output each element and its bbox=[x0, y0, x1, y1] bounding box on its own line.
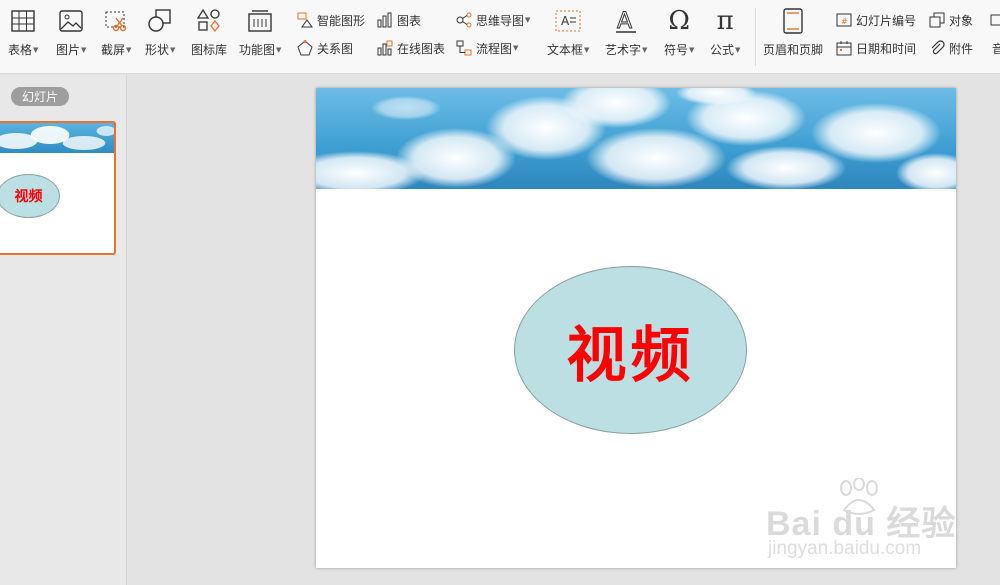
thumbnail-ellipse: 视频 bbox=[0, 174, 60, 218]
paperclip-icon bbox=[928, 39, 946, 57]
online-chart-button[interactable]: 在线图表 bbox=[376, 38, 445, 58]
audio-label-cutoff: 音 bbox=[992, 38, 1000, 58]
shape-label: 形状 bbox=[145, 43, 170, 57]
ribbon-separator bbox=[755, 8, 756, 66]
mind-map-icon bbox=[455, 11, 473, 29]
attachment-button[interactable]: 附件 bbox=[928, 38, 973, 58]
flow-chart-label: 流程图 bbox=[476, 41, 513, 56]
chart-icon bbox=[376, 11, 394, 29]
text-box-icon: A bbox=[553, 6, 583, 36]
formula-button[interactable]: π 公式▼ bbox=[710, 6, 740, 68]
slides-tab-label: 幻灯片 bbox=[21, 90, 58, 104]
flow-chart-icon bbox=[455, 39, 473, 57]
picture-label: 图片 bbox=[56, 43, 81, 57]
online-chart-label: 在线图表 bbox=[397, 41, 446, 56]
header-footer-button[interactable]: 页眉和页脚 bbox=[763, 6, 823, 68]
screenshot-icon bbox=[101, 6, 131, 36]
icon-library-label: 图标库 bbox=[191, 43, 228, 57]
title-ellipse-shape[interactable]: 视频 bbox=[514, 266, 747, 434]
audio-button-cutoff[interactable] bbox=[990, 10, 1000, 30]
attachment-label: 附件 bbox=[949, 41, 974, 56]
function-chart-icon bbox=[245, 6, 275, 36]
word-art-button[interactable]: A 艺术字▼ bbox=[605, 6, 647, 68]
object-label: 对象 bbox=[949, 13, 974, 28]
online-chart-icon bbox=[376, 39, 394, 57]
slide-number-button[interactable]: # 幻灯片编号 bbox=[835, 10, 916, 30]
audio-label: 音 bbox=[992, 41, 1000, 56]
symbol-button[interactable]: Ω 符号▼ bbox=[664, 6, 694, 68]
relation-chart-button[interactable]: 关系图 bbox=[296, 38, 353, 58]
pi-formula-icon: π bbox=[710, 6, 740, 36]
chart-button[interactable]: 图表 bbox=[376, 10, 421, 30]
screenshot-button[interactable]: 截屏▼ bbox=[101, 6, 131, 68]
symbol-label: 符号 bbox=[664, 43, 689, 57]
object-icon bbox=[928, 11, 946, 29]
mind-map-label: 思维导图 bbox=[476, 13, 525, 28]
slide-title-text[interactable]: 视频 bbox=[567, 307, 695, 394]
mind-map-button[interactable]: 思维导图 ▼ bbox=[455, 10, 530, 30]
header-footer-label: 页眉和页脚 bbox=[763, 43, 824, 57]
sky-header-image bbox=[316, 88, 956, 189]
formula-glyph: π bbox=[716, 6, 734, 36]
symbol-glyph: Ω bbox=[668, 6, 690, 36]
function-chart-button[interactable]: 功能图▼ bbox=[239, 6, 281, 68]
date-time-label: 日期和时间 bbox=[856, 41, 917, 56]
icon-library-icon bbox=[194, 6, 224, 36]
chart-label: 图表 bbox=[397, 13, 422, 28]
svg-text:#: # bbox=[841, 17, 848, 26]
text-box-button[interactable]: A 文本框▼ bbox=[547, 6, 589, 68]
slide-thumbnail-1[interactable]: 视频 bbox=[0, 121, 116, 255]
function-chart-label: 功能图 bbox=[239, 43, 276, 57]
slides-tab[interactable]: 幻灯片 bbox=[11, 87, 69, 106]
picture-button[interactable]: 图片▼ bbox=[56, 6, 86, 68]
flow-chart-button[interactable]: 流程图 ▼ bbox=[455, 38, 518, 58]
screenshot-label: 截屏 bbox=[101, 43, 126, 57]
ribbon-toolbar: 表格▼ 图片▼ 截屏▼ 形状▼ 图标库 功能图▼ 智能图形 关系图 图表 在线图… bbox=[0, 0, 1000, 74]
icon-library-button[interactable]: 图标库 bbox=[191, 6, 227, 68]
omega-symbol-icon: Ω bbox=[664, 6, 694, 36]
slide-number-label: 幻灯片编号 bbox=[856, 13, 917, 28]
thumbnail-sky-image bbox=[0, 123, 114, 153]
smart-art-label: 智能图形 bbox=[317, 13, 366, 28]
watermark-url: jingyan.baidu.com bbox=[768, 538, 922, 559]
slide-number-icon: # bbox=[835, 11, 853, 29]
relation-chart-label: 关系图 bbox=[317, 41, 354, 56]
word-art-label: 艺术字 bbox=[605, 43, 642, 57]
relation-chart-icon bbox=[296, 39, 314, 57]
word-art-icon: A bbox=[611, 6, 641, 36]
object-button[interactable]: 对象 bbox=[928, 10, 973, 30]
header-footer-icon bbox=[778, 6, 808, 36]
table-button[interactable]: 表格▼ bbox=[8, 6, 38, 68]
table-icon bbox=[8, 6, 38, 36]
calendar-icon bbox=[835, 39, 853, 57]
picture-icon bbox=[56, 6, 86, 36]
formula-label: 公式 bbox=[710, 43, 735, 57]
date-time-button[interactable]: 日期和时间 bbox=[835, 38, 916, 58]
slides-panel: 幻灯片 视频 bbox=[0, 75, 127, 585]
baidu-watermark: Bai du 经验 jingyan.baidu.com bbox=[766, 478, 976, 568]
thumbnail-title: 视频 bbox=[14, 189, 43, 205]
shape-icon bbox=[145, 6, 175, 36]
table-label: 表格 bbox=[8, 43, 33, 57]
word-art-glyph: A bbox=[617, 9, 632, 34]
audio-icon bbox=[990, 11, 1000, 29]
smart-art-button[interactable]: 智能图形 bbox=[296, 10, 365, 30]
shape-button[interactable]: 形状▼ bbox=[145, 6, 175, 68]
text-box-label: 文本框 bbox=[547, 43, 584, 57]
text-box-glyph: A bbox=[561, 14, 570, 28]
smart-art-icon bbox=[296, 11, 314, 29]
